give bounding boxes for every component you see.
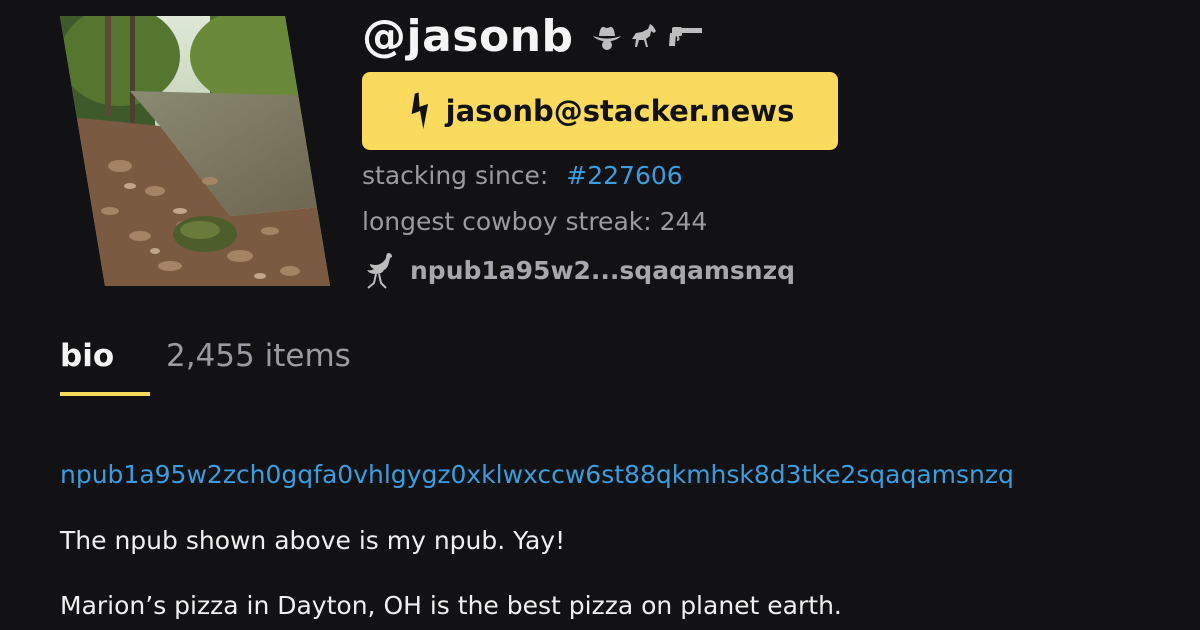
- nostr-npub[interactable]: npub1a95w2...sqaqamsnzq: [362, 250, 795, 290]
- ostrich-icon: [362, 250, 402, 290]
- stacking-since-label: stacking since:: [362, 161, 549, 190]
- npub-short: npub1a95w2...sqaqamsnzq: [410, 255, 796, 285]
- horse-icon[interactable]: [628, 19, 662, 53]
- cowboy-hat-icon[interactable]: [590, 19, 624, 53]
- profile-page: @jasonb jasonb@stacker.news stacking sin…: [0, 0, 1200, 630]
- tab-bio[interactable]: bio: [60, 336, 150, 396]
- profile-handle: @jasonb: [362, 10, 574, 62]
- bio-section: npub1a95w2zch0gqfa0vhlgygz0xklwxccw6st88…: [60, 460, 1160, 620]
- avatar-image: [60, 16, 330, 286]
- stacking-since: stacking since: #227606: [362, 161, 683, 190]
- profile-avatar[interactable]: [60, 16, 330, 286]
- lightning-bolt-icon: [406, 92, 434, 130]
- gun-icon[interactable]: [666, 19, 704, 53]
- badge-group: [590, 19, 704, 53]
- lightning-address-text: jasonb@stacker.news: [445, 94, 795, 128]
- tab-items[interactable]: 2,455 items: [166, 336, 351, 396]
- profile-tabs: bio 2,455 items: [60, 336, 351, 396]
- bio-paragraph: Marion’s pizza in Dayton, OH is the best…: [60, 591, 842, 620]
- stacking-since-link[interactable]: #227606: [566, 161, 682, 190]
- profile-header: @jasonb: [362, 8, 704, 64]
- bio-npub-link[interactable]: npub1a95w2zch0gqfa0vhlgygz0xklwxccw6st88…: [60, 460, 1160, 489]
- cowboy-streak: longest cowboy streak: 244: [362, 207, 708, 236]
- handle-row: @jasonb: [362, 8, 704, 64]
- lightning-address-button[interactable]: jasonb@stacker.news: [362, 72, 838, 150]
- bio-paragraph: The npub shown above is my npub. Yay!: [60, 526, 566, 555]
